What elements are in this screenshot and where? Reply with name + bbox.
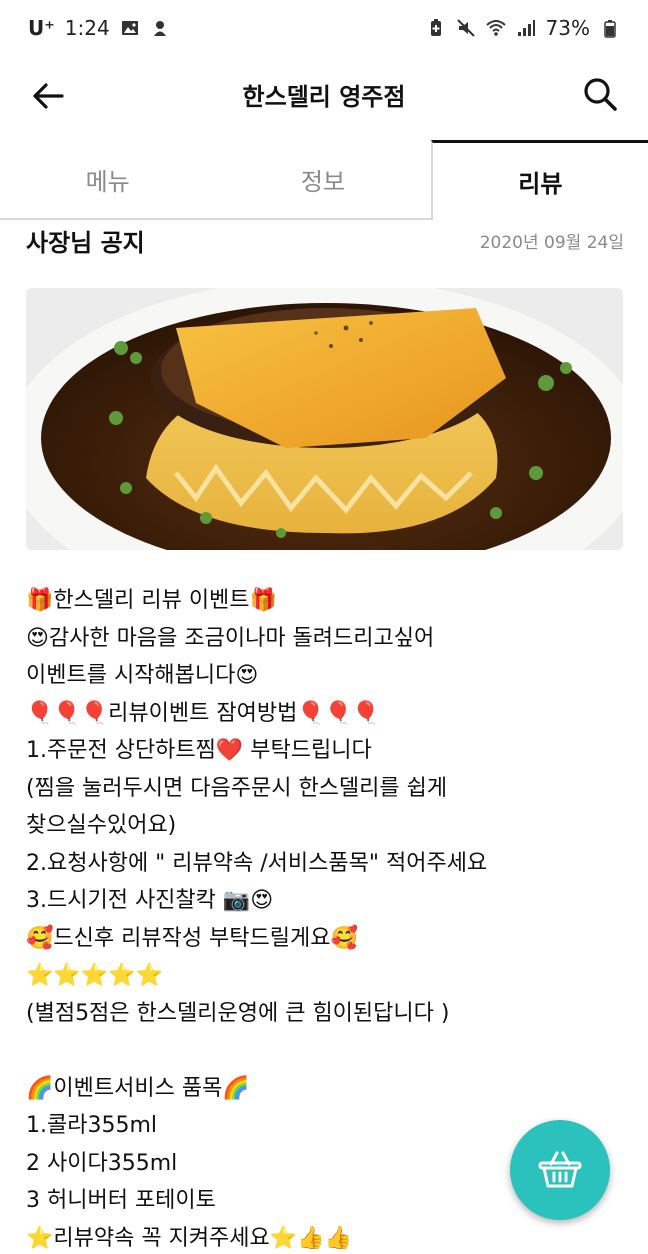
- tab-review[interactable]: 리뷰: [430, 140, 648, 220]
- content-line: 😍감사한 마음을 조금이나마 돌려드리고싶어: [26, 625, 435, 651]
- tab-info[interactable]: 정보: [215, 140, 430, 218]
- content-line: 3.드시기전 사진찰칵 📷😍: [26, 888, 274, 913]
- gallery-notification-icon: [121, 21, 138, 35]
- content-line: [26, 1032, 626, 1070]
- notice-date: 2020년 09월 24일: [479, 232, 624, 253]
- battery-percent: 73%: [545, 16, 590, 40]
- tab-menu[interactable]: 메뉴: [0, 140, 215, 218]
- tab-menu-label: 메뉴: [85, 167, 130, 196]
- content-line: 🎈🎈🎈리뷰이벤트 잠여방법🎈🎈🎈: [26, 700, 380, 726]
- tab-review-label: 리뷰: [518, 170, 563, 198]
- owner-notice-header: 사장님 공지 2020년 09월 24일: [26, 222, 624, 258]
- clock: 1:24: [64, 16, 110, 40]
- tab-info-label: 정보: [300, 167, 346, 196]
- omurice-hamburg-illustration: [26, 288, 623, 550]
- carrier-label: U⁺: [28, 16, 55, 40]
- status-right: 73%: [426, 16, 620, 40]
- content-line: (별점5점은 한스델리운영에 큰 힘이된답니다 ): [26, 1000, 450, 1026]
- notice-food-photo: [26, 288, 623, 550]
- content-line: 1.주문전 상단하트찜❤️ 부탁드립니다: [26, 738, 372, 763]
- content-line: 찾으실수있어요): [26, 813, 177, 838]
- content-line: 🎁한스델리 리뷰 이벤트🎁: [26, 588, 277, 613]
- status-left: U⁺ 1:24: [28, 16, 170, 40]
- content-line: 🌈이벤트서비스 품목🌈: [26, 1075, 250, 1101]
- content-line: ⭐⭐⭐⭐⭐: [26, 963, 163, 988]
- app-notification-icon: [153, 21, 166, 36]
- content-line: 🥰드신후 리뷰작성 부탁드릴게요🥰: [26, 925, 358, 951]
- signal-icon: [517, 20, 535, 36]
- mute-icon: [456, 19, 475, 37]
- wifi-icon: [485, 20, 506, 36]
- shopping-basket-icon: [538, 1151, 582, 1188]
- cart-button[interactable]: [510, 1120, 610, 1220]
- status-bar: U⁺ 1:24 73%: [0, 0, 648, 56]
- battery-saver-icon: [430, 19, 441, 36]
- content-line: ⭐리뷰약속 꼭 지켜주세요⭐👍👍: [26, 1225, 352, 1251]
- search-icon[interactable]: [580, 74, 620, 114]
- tab-bar: 메뉴 정보 리뷰: [0, 140, 648, 220]
- content-line: 이벤트를 시작해봅니다😍: [26, 663, 259, 688]
- app-bar: 한스델리 영주점: [0, 56, 648, 132]
- notice-title: 사장님 공지: [26, 228, 145, 257]
- content-line: (찜을 눌러두시면 다음주문시 한스델리를 쉽게: [26, 775, 448, 801]
- store-title: 한스델리 영주점: [242, 82, 406, 111]
- battery-icon: [604, 20, 616, 38]
- back-arrow-icon[interactable]: [28, 76, 68, 116]
- content-line: 2.요청사항에 " 리뷰약속 /서비스품목" 적어주세요: [26, 850, 488, 876]
